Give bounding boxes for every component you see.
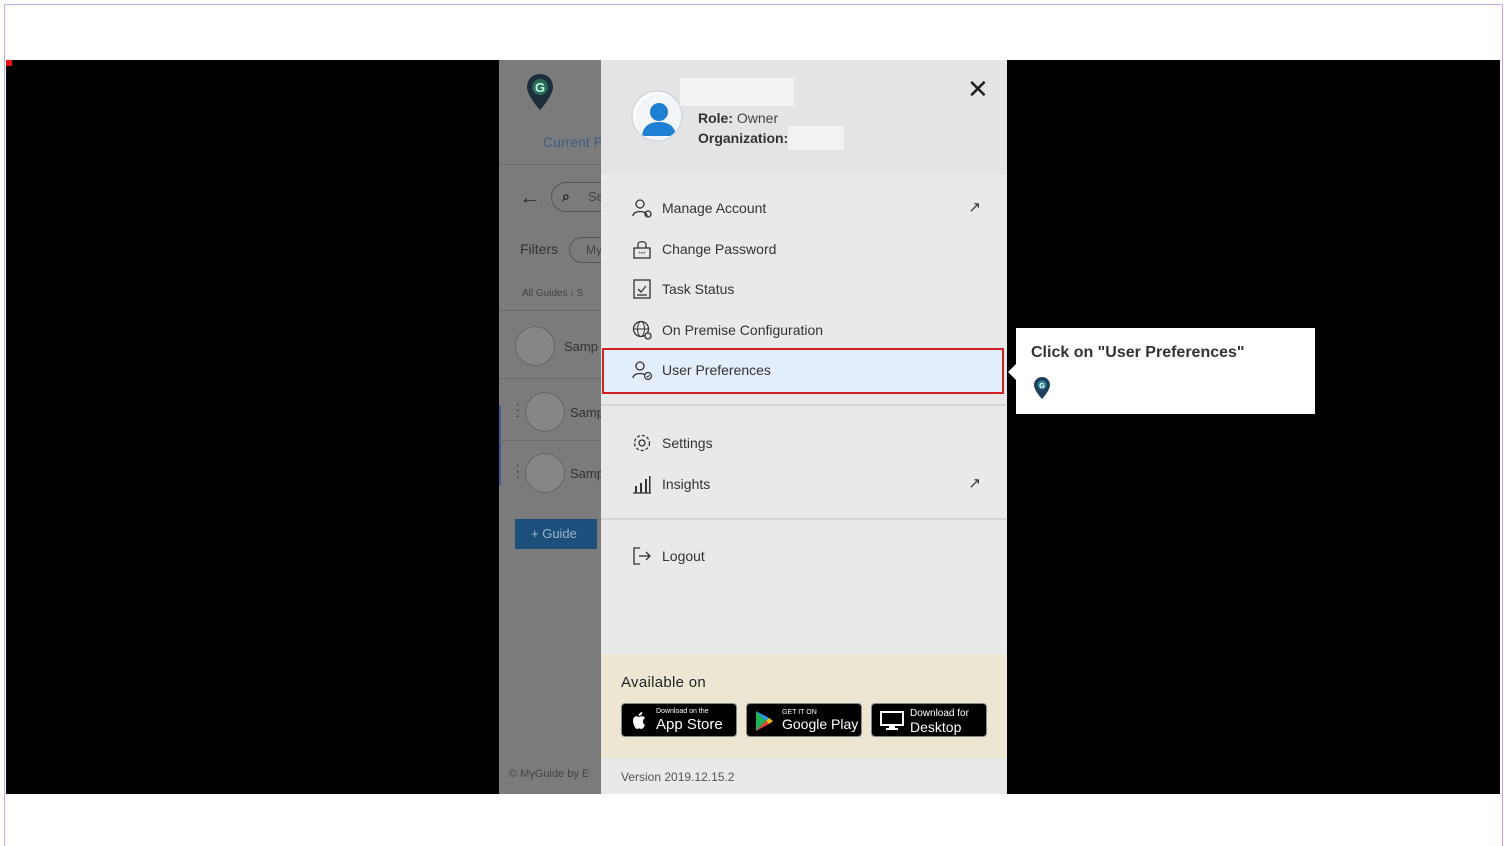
drag-handle-icon[interactable]: · · · [515,458,520,486]
filter-pill[interactable]: My [569,237,601,263]
recording-indicator [6,60,12,66]
play-icon[interactable] [525,453,565,493]
guide-tooltip: Click on "User Preferences" G [1008,328,1315,414]
current-page-tab[interactable]: Current P [543,134,601,150]
list-item[interactable]: Samp [570,405,601,420]
avatar [631,90,683,142]
divider [499,378,601,379]
footer-copyright: © MyGuide by E [509,768,590,780]
role-value: Owner [736,110,779,126]
myguide-pin-icon: G [1034,377,1050,399]
user-name-redacted [680,78,794,106]
user-preferences-highlight [602,348,1004,394]
divider [499,164,601,165]
folder-icon [515,326,555,366]
close-icon[interactable]: ✕ [967,76,989,102]
list-item[interactable]: Samp [570,466,601,481]
divider [499,440,601,441]
search-input[interactable]: ⌕ Se [551,182,601,212]
search-icon: ⌕ [562,188,570,204]
role-text: Role: Owner [698,110,778,126]
play-icon[interactable] [525,392,565,432]
tooltip-text: Click on "User Preferences" [1031,344,1245,361]
tooltip-arrow [1008,364,1016,380]
list-item[interactable]: Samp [564,339,598,354]
back-arrow-icon[interactable]: ← [519,184,541,210]
myguide-logo-icon: G [527,74,553,110]
filters-label: Filters [520,241,559,257]
svg-text:G: G [1039,383,1045,390]
divider [499,310,601,311]
organization-redacted [788,126,844,150]
svg-text:G: G [535,80,545,95]
user-avatar-icon [635,94,681,140]
profile-header: Role: Owner Organization: ✕ [601,60,1007,174]
search-placeholder: Se [588,189,601,204]
drag-handle-icon[interactable]: · · · [515,397,520,425]
filter-pill-label: My [586,243,601,257]
breadcrumb[interactable]: All Guides › S [522,288,583,299]
profile-panel: Role: Owner Organization: ✕ [601,60,1007,794]
background-app: G Current P ← ⌕ Se Filters My All Guides… [499,60,601,794]
organization-label: Organization: [698,130,789,146]
selection-bar [499,405,501,485]
add-guide-button[interactable]: + Guide [515,519,597,549]
role-label: Role: [698,110,733,126]
